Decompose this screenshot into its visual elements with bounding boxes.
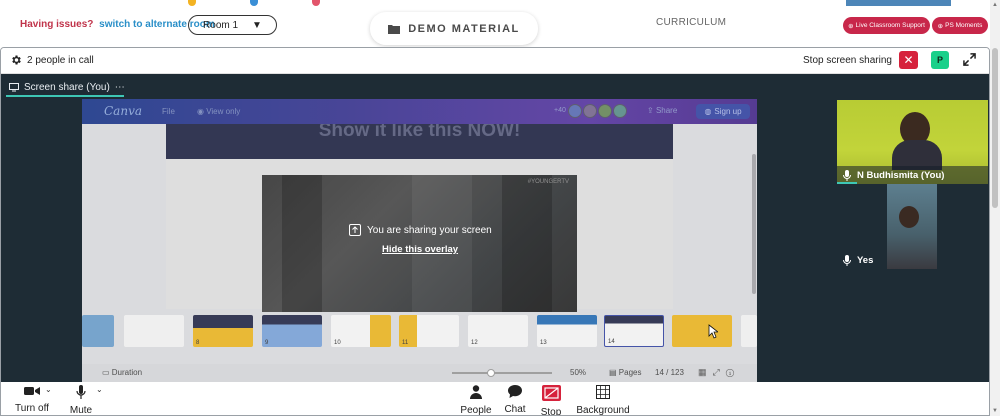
call-controls: Turn off ⌄ Mute ⌄ People Chat Stop Backg…	[1, 382, 989, 416]
camera-icon	[24, 387, 40, 395]
top-header: Having issues? switch to alternate room …	[0, 0, 1000, 47]
scroll-down-icon[interactable]: ▼	[992, 408, 998, 414]
sharing-message-text: You are sharing your screen	[367, 224, 492, 236]
plus-icon: ⊕	[937, 22, 944, 30]
live-support-button[interactable]: ⊕ Live Classroom Support	[843, 17, 930, 34]
background-label: Background	[576, 405, 630, 416]
people-button[interactable]: People	[457, 385, 495, 416]
cursor-icon	[708, 324, 718, 339]
background-button[interactable]: Background	[575, 385, 631, 416]
call-window: 2 people in call Stop screen sharing ✕ P…	[0, 47, 990, 416]
expand-icon[interactable]	[963, 53, 976, 66]
room-value: Room 1	[203, 19, 239, 31]
person-icon	[470, 385, 482, 399]
more-icon[interactable]: ⋯	[115, 82, 125, 93]
scrollbar-thumb[interactable]	[992, 48, 998, 208]
sharing-message: You are sharing your screen	[349, 224, 492, 236]
close-icon: ✕	[903, 53, 914, 67]
stop-sharing-label: Stop screen sharing	[803, 55, 892, 66]
monitor-icon	[9, 82, 19, 91]
chat-bubble-icon	[508, 385, 522, 398]
scroll-up-icon[interactable]: ▲	[992, 2, 998, 8]
chevron-down-icon: ▼	[252, 19, 262, 31]
active-tab-indicator	[6, 95, 124, 97]
participant-video	[899, 206, 919, 228]
participant-tile[interactable]: N Budhismita (You)	[837, 100, 988, 184]
hide-overlay-link[interactable]: Hide this overlay	[382, 244, 458, 255]
demo-material-button[interactable]: DEMO MATERIAL	[370, 12, 538, 45]
stop-share-button[interactable]: Stop	[536, 385, 566, 416]
participant-name: N Budhismita (You)	[857, 169, 945, 181]
microphone-icon	[76, 385, 86, 399]
shared-screen: Canva File ◉ View only +40 ⇪ Share ◍ Sig…	[82, 99, 757, 382]
background-icon	[596, 385, 610, 399]
microphone-icon	[843, 254, 851, 266]
ps-moments-label: PS Moments	[945, 22, 983, 29]
decor-shape	[250, 0, 258, 6]
canva-scrollbar	[752, 154, 756, 294]
participant-label: N Budhismita (You)	[837, 166, 988, 184]
stop-sharing-button[interactable]: ✕	[899, 51, 918, 69]
chat-label: Chat	[504, 404, 526, 415]
call-toolbar: 2 people in call Stop screen sharing ✕ P	[1, 48, 989, 74]
curriculum-tab[interactable]: CURRICULUM	[656, 17, 726, 28]
ps-moments-button[interactable]: ⊕ PS Moments	[932, 17, 988, 34]
microphone-icon	[843, 169, 851, 181]
issue-notice: Having issues? switch to alternate room	[20, 19, 215, 30]
chevron-down-icon[interactable]: ⌄	[45, 385, 52, 394]
decor-shape	[312, 0, 320, 6]
gear-icon[interactable]	[10, 54, 22, 66]
screen-share-tab[interactable]: Screen share (You) ⋯	[9, 77, 125, 97]
folder-icon	[388, 24, 401, 34]
video-call-page: Having issues? switch to alternate room …	[0, 0, 1000, 416]
issue-text: Having issues?	[20, 19, 94, 30]
participant-label: Yes	[837, 251, 873, 269]
upload-icon	[349, 224, 361, 236]
participant-name: Yes	[857, 254, 874, 266]
sharing-overlay	[82, 99, 757, 382]
mute-label: Mute	[69, 405, 93, 416]
screen-share-stage: Screen share (You) ⋯ Canva File ◉ View o…	[1, 74, 989, 382]
presenter-badge[interactable]: P	[931, 51, 949, 69]
stop-label: Stop	[540, 407, 562, 416]
people-count: 2 people in call	[27, 55, 94, 66]
camera-label: Turn off	[15, 403, 49, 414]
chat-button[interactable]: Chat	[500, 385, 530, 415]
mute-button[interactable]: Mute	[63, 385, 99, 416]
screen-share-tab-label: Screen share (You)	[24, 81, 110, 93]
plus-icon: ⊕	[848, 22, 854, 30]
room-select[interactable]: Room 1 ▼	[188, 15, 277, 35]
page-scrollbar[interactable]: ▲ ▼	[990, 0, 1000, 416]
brand-tab	[846, 0, 951, 6]
live-support-label: Live Classroom Support	[855, 22, 925, 29]
chevron-down-icon[interactable]: ⌄	[96, 385, 103, 394]
stop-share-icon	[541, 385, 561, 401]
decor-shape	[188, 0, 196, 6]
people-label: People	[460, 405, 492, 416]
participant-tile[interactable]: Yes	[837, 184, 988, 269]
demo-material-label: DEMO MATERIAL	[408, 22, 520, 35]
